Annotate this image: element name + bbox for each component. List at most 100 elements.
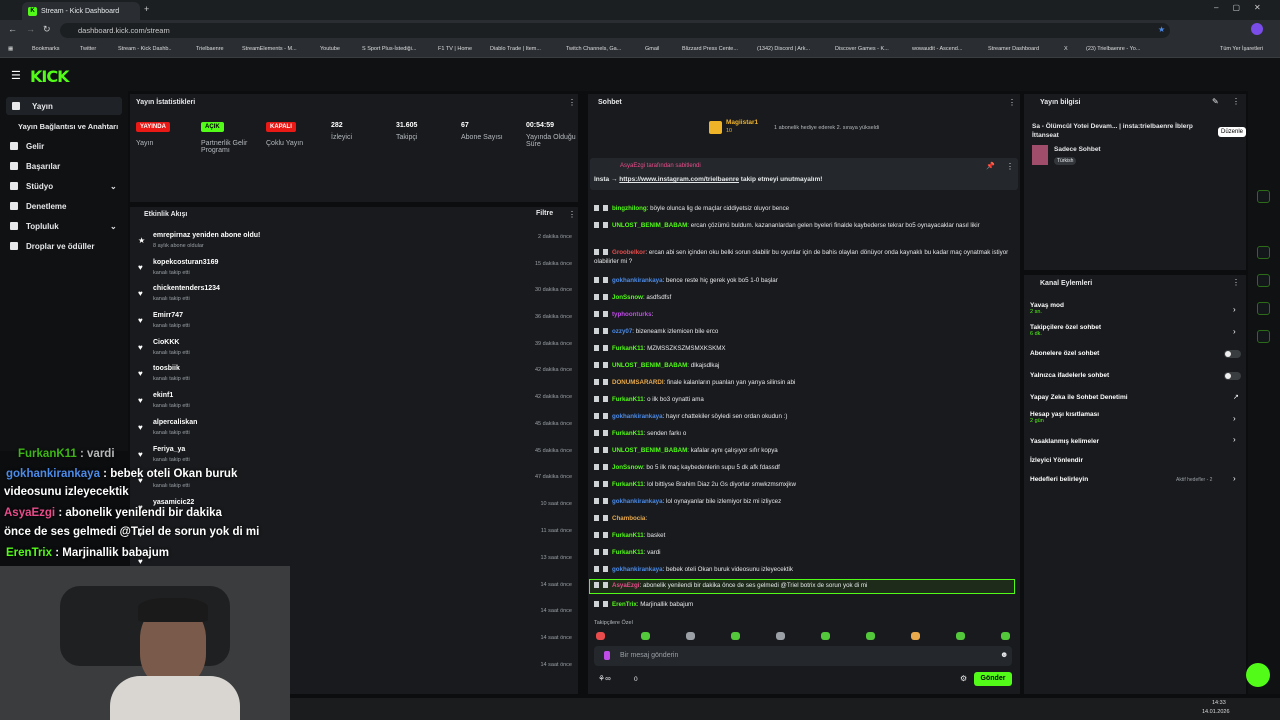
feed-item[interactable]: ♥ kopekcosturan3169 kanalı takip etti 15 da… — [130, 256, 578, 282]
ban-icon[interactable] — [603, 515, 608, 521]
timeout-icon[interactable] — [594, 205, 599, 211]
ban-icon[interactable] — [603, 328, 608, 334]
chat-username[interactable]: Groobelkor — [612, 249, 645, 256]
ban-icon[interactable] — [603, 430, 608, 436]
chat-message[interactable]: FurkanK11: basket — [594, 532, 1016, 541]
chat-username[interactable]: gokhankirankaya — [612, 277, 663, 284]
new-tab-icon[interactable]: + — [144, 4, 149, 14]
ban-icon[interactable] — [603, 447, 608, 453]
chat-username[interactable]: Chambocia — [612, 515, 645, 522]
bookmark[interactable]: Blizzard Press Cente... — [682, 46, 738, 52]
timeout-icon[interactable] — [594, 328, 599, 334]
chat-username[interactable]: UNLOST_BENIM_BABAM — [612, 222, 687, 229]
ban-icon[interactable] — [603, 498, 608, 504]
emoji-icon[interactable]: ☻ — [1000, 650, 1008, 659]
action-followers-only[interactable]: Takipçilere özel sohbet 6 dk. — [1030, 324, 1101, 337]
bookmark[interactable]: Stream - Kick Dashb.. — [118, 46, 172, 52]
timeout-icon[interactable] — [594, 549, 599, 555]
timeout-icon[interactable] — [594, 277, 599, 283]
external-link-icon[interactable]: ↗ — [1233, 393, 1239, 401]
ban-icon[interactable] — [603, 413, 608, 419]
settings-icon[interactable]: ⚙ — [960, 674, 967, 683]
timeout-icon[interactable] — [594, 601, 599, 607]
chat-username[interactable]: gokhankirankaya — [612, 498, 663, 505]
more-icon[interactable]: ⋮ — [568, 98, 576, 107]
sidebar-item-stream-key[interactable]: Yayın Bağlantısı ve Anahtarı — [0, 117, 128, 135]
timeout-icon[interactable] — [594, 413, 599, 419]
ban-icon[interactable] — [603, 345, 608, 351]
ban-icon[interactable] — [603, 566, 608, 572]
chat-username[interactable]: FurkanK11 — [612, 396, 644, 403]
chat-message[interactable]: JonSsnow: asdfsdfsf — [594, 294, 1016, 303]
chat-username[interactable]: DONUMSARARDI — [612, 379, 664, 386]
bookmark[interactable]: F1 TV | Home — [438, 46, 472, 52]
chat-message[interactable]: UNLOST_BENIM_BABAM: ercan çözümü buldum.… — [594, 222, 1016, 231]
chevron-right-icon[interactable]: › — [1233, 435, 1236, 444]
bookmark[interactable]: Streamer Dashboard — [988, 46, 1039, 52]
chat-message[interactable]: FurkanK11: MZMSSZKSZMSMXKSKMX — [594, 345, 1016, 354]
bookmark[interactable]: Bookmarks — [32, 46, 60, 52]
timeout-icon[interactable] — [594, 532, 599, 538]
emote-icon[interactable] — [821, 632, 830, 640]
ban-icon[interactable] — [603, 582, 608, 588]
ban-icon[interactable] — [603, 549, 608, 555]
chat-message[interactable]: gokhankirankaya: lol oynayanlar bile izl… — [594, 498, 1016, 507]
feed-item-name[interactable]: chickentenders1234 — [153, 285, 220, 292]
chat-username[interactable]: typhoonturks — [612, 311, 652, 318]
toolbar-button-icon[interactable] — [1257, 302, 1270, 315]
bookmark[interactable]: Tüm Yer İşaretleri — [1220, 46, 1263, 52]
ban-icon[interactable] — [603, 362, 608, 368]
feed-item[interactable]: ♥ Emirr747 kanalı takip etti 36 dakika önce — [130, 309, 578, 335]
pinned-link[interactable]: https://www.instagram.com/trielbaenre — [619, 176, 739, 183]
feed-item[interactable]: ♥ ekinf1 kanalı takip etti 42 dakika önce — [130, 389, 578, 415]
edit-icon[interactable]: ✎ — [1212, 97, 1219, 106]
help-bubble-icon[interactable] — [1246, 663, 1270, 687]
chat-message[interactable]: ErenTrix: Marjinallik babajum — [594, 601, 1016, 610]
ban-icon[interactable] — [603, 532, 608, 538]
ban-icon[interactable] — [603, 379, 608, 385]
sidebar-item-studyo[interactable]: Stüdyo ⌄ — [0, 177, 128, 195]
timeout-icon[interactable] — [594, 566, 599, 572]
feed-item-name[interactable]: emrepirnaz yeniden abone oldu! — [153, 232, 260, 239]
chat-username[interactable]: gokhankirankaya — [612, 566, 663, 573]
chat-message[interactable]: AsyaEzgi: abonelik yenilendi bir dakika … — [589, 579, 1015, 594]
chat-username[interactable]: FurkanK11 — [612, 481, 644, 488]
chat-username[interactable]: ozzy07 — [612, 328, 632, 335]
chat-username[interactable]: FurkanK11 — [612, 532, 644, 539]
more-icon[interactable]: ⋮ — [568, 210, 576, 219]
category-name[interactable]: Sadece Sohbet — [1054, 146, 1101, 153]
action-ai-moderation[interactable]: Yapay Zeka ile Sohbet Denetimi — [1030, 394, 1128, 401]
bookmark[interactable]: Twitter — [80, 46, 96, 52]
timeout-icon[interactable] — [594, 582, 599, 588]
back-icon[interactable]: ← — [8, 24, 17, 34]
ban-icon[interactable] — [603, 601, 608, 607]
emote-only-toggle[interactable] — [1224, 372, 1241, 380]
reload-icon[interactable]: ↻ — [43, 24, 51, 35]
chat-message[interactable]: gokhankirankaya: hayır chattekiler söyle… — [594, 413, 1016, 422]
timeout-icon[interactable] — [594, 481, 599, 487]
window-controls-icon[interactable]: –▢✕ — [1214, 3, 1275, 12]
subs-only-toggle[interactable] — [1224, 350, 1241, 358]
emote-icon[interactable] — [956, 632, 965, 640]
bookmark[interactable]: (23) Trielbaenre - Yo... — [1086, 46, 1140, 52]
chat-username[interactable]: UNLOST_BENIM_BABAM — [612, 362, 687, 369]
action-banned-words[interactable]: Yasaklanmış kelimeler — [1030, 438, 1099, 445]
chat-message[interactable]: FurkanK11: o ilk bo3 oynatti ama — [594, 396, 1016, 405]
timeout-icon[interactable] — [594, 222, 599, 228]
sidebar-item-gelir[interactable]: Gelir — [0, 137, 128, 155]
ban-icon[interactable] — [603, 222, 608, 228]
mic-icon[interactable] — [604, 651, 610, 660]
ban-icon[interactable] — [603, 205, 608, 211]
sidebar-item-denetleme[interactable]: Denetleme — [0, 197, 128, 215]
feed-item-name[interactable]: toosbiik — [153, 365, 180, 372]
profile-avatar[interactable] — [1251, 23, 1263, 35]
chat-message[interactable]: UNLOST_BENIM_BABAM: dlkajsdlkaj — [594, 362, 1016, 371]
browser-tab[interactable]: K Stream - Kick Dashboard — [22, 2, 140, 20]
action-slow-mode[interactable]: Yavaş mod 2 sn. — [1030, 302, 1064, 315]
more-icon[interactable]: ⋮ — [1008, 98, 1016, 107]
timeout-icon[interactable] — [594, 311, 599, 317]
gifter-name[interactable]: Magiistar1 — [726, 119, 758, 126]
timeout-icon[interactable] — [594, 379, 599, 385]
bookmark[interactable]: Gmail — [645, 46, 659, 52]
chat-username[interactable]: gokhankirankaya — [612, 413, 663, 420]
